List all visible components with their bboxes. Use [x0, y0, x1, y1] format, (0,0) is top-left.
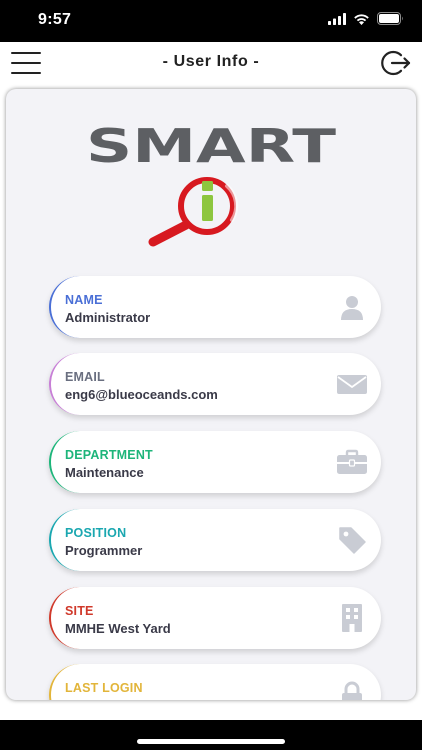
svg-text:SMART: SMART — [86, 124, 337, 168]
field-accent — [49, 353, 99, 415]
email-label: EMAIL — [65, 370, 105, 384]
briefcase-icon — [336, 446, 368, 478]
logout-icon[interactable] — [380, 49, 412, 77]
name-field[interactable]: NAME Administrator — [49, 276, 381, 338]
site-field[interactable]: SITE MMHE West Yard — [49, 587, 381, 649]
phone-screen: 9:57 - User Info - SMART NAME Administra… — [0, 0, 422, 750]
position-field[interactable]: POSITION Programmer — [49, 509, 381, 571]
field-accent — [49, 587, 99, 649]
name-label: NAME — [65, 293, 103, 307]
envelope-icon — [336, 368, 368, 400]
site-value: MMHE West Yard — [65, 621, 171, 636]
status-bar: 9:57 — [0, 0, 422, 42]
position-value: Programmer — [65, 543, 143, 558]
signal-icon — [328, 12, 346, 25]
magnifier-i-icon — [148, 177, 239, 247]
building-icon — [336, 602, 368, 634]
department-value: Maintenance — [65, 465, 144, 480]
status-icons — [328, 12, 404, 25]
field-accent — [49, 431, 99, 493]
home-indicator-area — [0, 720, 422, 750]
home-indicator[interactable] — [137, 739, 285, 744]
department-label: DEPARTMENT — [65, 448, 153, 462]
hamburger-icon-line — [11, 72, 41, 74]
last-login-label: LAST LOGIN — [65, 681, 143, 695]
status-time: 9:57 — [38, 11, 72, 28]
email-field[interactable]: EMAIL eng6@blueoceands.com — [49, 353, 381, 415]
app-content: - User Info - SMART NAME Administrator E… — [0, 42, 422, 720]
field-accent — [49, 276, 99, 338]
name-value: Administrator — [65, 310, 151, 325]
smart-logo: SMART — [6, 89, 416, 279]
site-label: SITE — [65, 604, 94, 618]
battery-icon — [377, 12, 403, 25]
lock-icon — [336, 679, 368, 700]
wifi-icon — [354, 13, 369, 25]
email-value: eng6@blueoceands.com — [65, 387, 218, 402]
department-field[interactable]: DEPARTMENT Maintenance — [49, 431, 381, 493]
tag-icon — [336, 524, 368, 556]
page-title: - User Info - — [162, 53, 260, 70]
smart-logo-wordmark: SMART — [86, 124, 337, 168]
user-info-card: SMART NAME Administrator EMAIL eng6@blue… — [6, 89, 416, 700]
nav-bar: - User Info - — [0, 42, 422, 84]
position-label: POSITION — [65, 526, 127, 540]
field-accent — [49, 509, 99, 571]
person-icon — [336, 291, 368, 323]
last-login-field[interactable]: LAST LOGIN — [49, 664, 381, 700]
